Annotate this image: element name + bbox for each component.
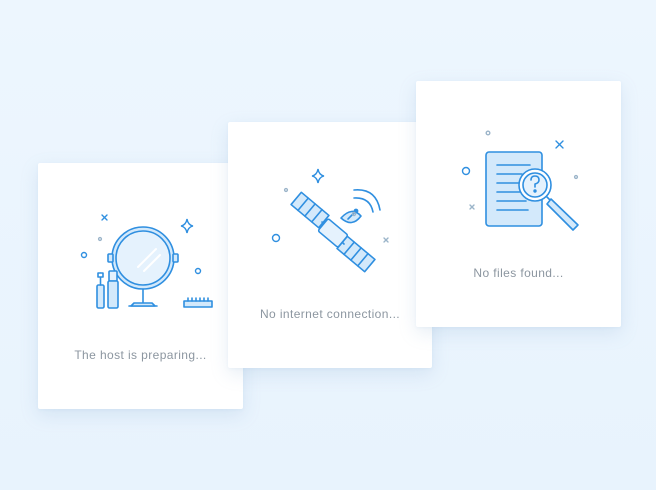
- empty-state-message: The host is preparing...: [74, 348, 207, 362]
- empty-state-message: No files found...: [473, 266, 564, 280]
- document-search-icon: [416, 81, 621, 261]
- satellite-icon: [228, 122, 432, 302]
- empty-state-message: No internet connection...: [259, 307, 401, 321]
- empty-state-card-no-files: No files found...: [416, 81, 621, 327]
- empty-state-card-host-preparing: The host is preparing...: [38, 163, 243, 409]
- empty-state-card-no-internet: No internet connection...: [228, 122, 432, 368]
- vanity-mirror-icon: [38, 163, 243, 343]
